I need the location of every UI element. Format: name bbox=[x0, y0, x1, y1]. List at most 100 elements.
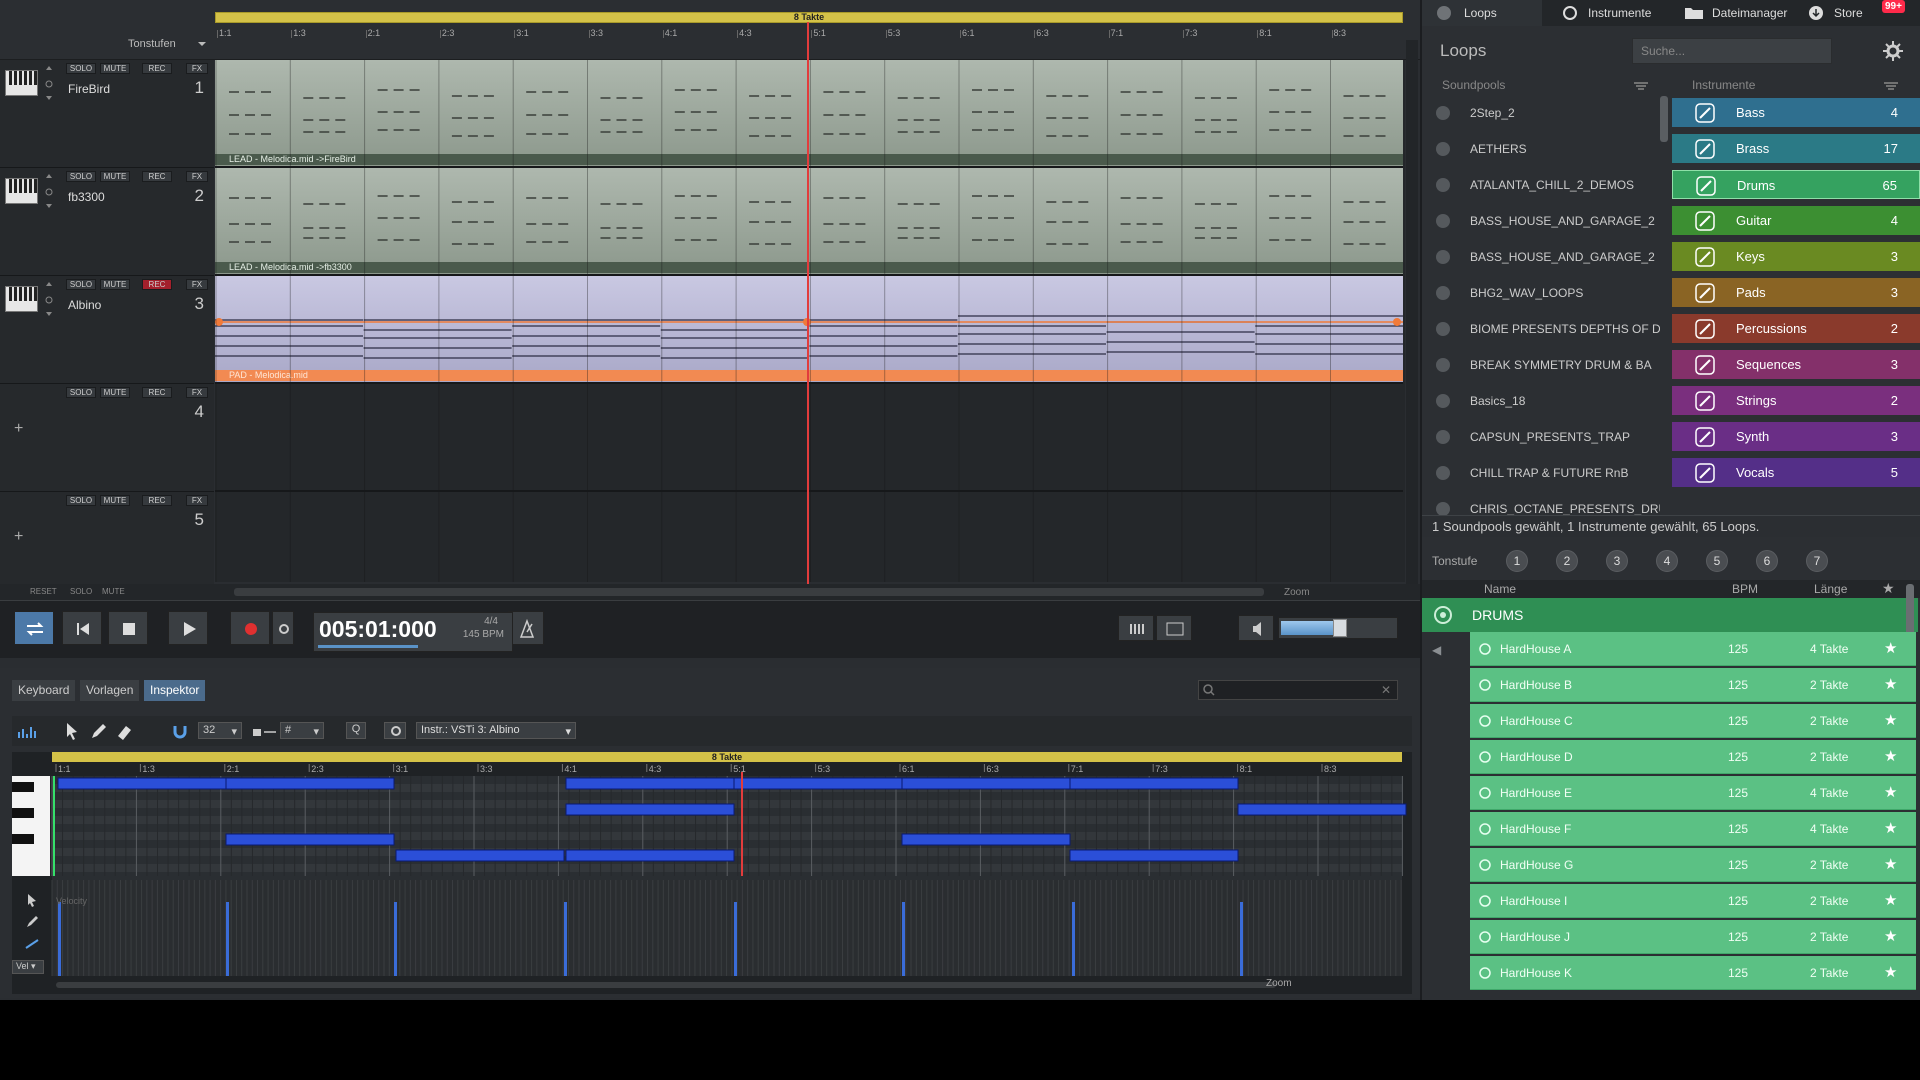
tab-file-manager[interactable]: Dateimanager bbox=[1672, 0, 1802, 26]
favorite-star-icon[interactable]: ★ bbox=[1884, 639, 1897, 657]
favorite-star-icon[interactable]: ★ bbox=[1884, 819, 1897, 837]
favorite-star-icon[interactable]: ★ bbox=[1884, 927, 1897, 945]
loop-row[interactable]: HardHouse A 125 4 Takte ★ bbox=[1470, 632, 1916, 666]
instrument-item-guitar[interactable]: Guitar 4 bbox=[1672, 206, 1920, 235]
tab-loops[interactable]: Loops bbox=[1422, 0, 1542, 26]
piano-roll-canvas[interactable]: 8 Takte 1:1 1:3 2:1 2:3 3:1 3:3 4:1 4:3 5:1 5:3 6:1… bbox=[12, 752, 1412, 994]
record-arm-button[interactable]: REC bbox=[142, 387, 172, 398]
loop-button[interactable] bbox=[14, 611, 54, 645]
fx-button[interactable]: FX bbox=[186, 171, 208, 182]
time-display[interactable]: 005:01:000 4/4 145 BPM bbox=[313, 612, 513, 652]
loop-row[interactable]: HardHouse K 125 2 Takte ★ bbox=[1470, 956, 1916, 990]
track-side-controls[interactable] bbox=[45, 172, 53, 212]
eraser-tool-icon[interactable] bbox=[114, 720, 134, 742]
loop-row[interactable]: HardHouse E 125 4 Takte ★ bbox=[1470, 776, 1916, 810]
favorite-star-icon[interactable]: ★ bbox=[1884, 747, 1897, 765]
velocity-select[interactable]: Vel ▾ bbox=[12, 960, 44, 974]
loop-row[interactable]: HardHouse F 125 4 Takte ★ bbox=[1470, 812, 1916, 846]
track-lanes[interactable]: LEAD - Melodica.mid ->FireBird LEAD - Me… bbox=[215, 60, 1405, 582]
soundpool-item[interactable]: BASS_HOUSE_AND_GARAGE_2 bbox=[1422, 242, 1655, 271]
track-side-controls[interactable] bbox=[45, 64, 53, 104]
fx-button[interactable]: FX bbox=[186, 495, 208, 506]
track-header[interactable]: SOLO MUTE REC FX +4 bbox=[0, 384, 214, 492]
solo-button[interactable]: SOLO bbox=[66, 171, 96, 182]
record-arm-button[interactable]: REC bbox=[142, 171, 172, 182]
soundpool-item[interactable]: BASS_HOUSE_AND_GARAGE_2 bbox=[1422, 206, 1655, 235]
instrument-item-brass[interactable]: Brass 17 bbox=[1672, 134, 1920, 163]
quantize-select[interactable]: 32 ▾ bbox=[198, 722, 242, 739]
add-instrument-icon[interactable]: + bbox=[14, 528, 23, 546]
keyboard-view-button[interactable] bbox=[1156, 615, 1192, 641]
editor-zoom-label[interactable]: Zoom bbox=[1266, 978, 1292, 989]
loop-row[interactable]: HardHouse J 125 2 Takte ★ bbox=[1470, 920, 1916, 954]
loop-row[interactable]: HardHouse B 125 2 Takte ★ bbox=[1470, 668, 1916, 702]
soundpool-item[interactable]: BREAK SYMMETRY DRUM & BA bbox=[1422, 350, 1654, 379]
tab-vorlagen[interactable]: Vorlagen bbox=[80, 680, 140, 701]
track-header[interactable]: SOLO MUTE REC FX Albino 3 bbox=[0, 276, 214, 384]
track-name[interactable]: fb3300 bbox=[68, 190, 105, 204]
column-bpm[interactable]: BPM bbox=[1732, 582, 1758, 596]
mute-all-button[interactable]: MUTE bbox=[102, 587, 125, 596]
instrument-keyboard-icon[interactable] bbox=[5, 286, 38, 312]
editor-settings-button[interactable] bbox=[384, 722, 406, 739]
instrument-keyboard-icon[interactable] bbox=[5, 70, 38, 96]
track-header[interactable]: SOLO MUTE REC FX fb3300 2 bbox=[0, 168, 214, 276]
instrument-item-sequences[interactable]: Sequences 3 bbox=[1672, 350, 1920, 379]
column-length[interactable]: Länge bbox=[1814, 582, 1847, 596]
mute-button[interactable]: MUTE bbox=[100, 495, 130, 506]
track-name[interactable]: Albino bbox=[68, 298, 101, 312]
pointer-tool-icon[interactable] bbox=[24, 892, 40, 908]
pencil-tool-icon[interactable] bbox=[24, 914, 40, 930]
soundpool-item[interactable]: 2Step_2 bbox=[1422, 98, 1654, 127]
volume-mute-button[interactable] bbox=[1238, 615, 1274, 641]
record-arm-button[interactable]: REC bbox=[142, 63, 172, 74]
master-volume-slider[interactable] bbox=[1278, 617, 1398, 639]
favorite-star-icon[interactable]: ★ bbox=[1884, 963, 1897, 981]
mute-button[interactable]: MUTE bbox=[100, 279, 130, 290]
tonstufe-button-4[interactable]: 4 bbox=[1656, 550, 1678, 572]
soundpool-item[interactable]: BHG2_WAV_LOOPS bbox=[1422, 278, 1654, 307]
preview-play-icon[interactable]: ◀ bbox=[1432, 643, 1441, 657]
tonstufen-dropdown[interactable]: Tonstufen bbox=[100, 36, 210, 54]
mixer-button[interactable] bbox=[1118, 615, 1154, 641]
tab-inspektor[interactable]: Inspektor bbox=[144, 680, 206, 701]
instrument-item-pads[interactable]: Pads 3 bbox=[1672, 278, 1920, 307]
record-arm-button[interactable]: REC bbox=[142, 495, 172, 506]
track-side-controls[interactable] bbox=[45, 280, 53, 320]
add-instrument-icon[interactable]: + bbox=[14, 420, 23, 438]
soundpool-item[interactable]: CHILL TRAP & FUTURE RnB bbox=[1422, 458, 1654, 487]
solo-button[interactable]: SOLO bbox=[66, 495, 96, 506]
solo-button[interactable]: SOLO bbox=[66, 63, 96, 74]
tonstufe-button-5[interactable]: 5 bbox=[1706, 550, 1728, 572]
loop-row[interactable]: HardHouse C 125 2 Takte ★ bbox=[1470, 704, 1916, 738]
tonstufe-button-6[interactable]: 6 bbox=[1756, 550, 1778, 572]
tonstufe-button-1[interactable]: 1 bbox=[1506, 550, 1528, 572]
track-header[interactable]: SOLO MUTE REC FX FireBird 1 bbox=[0, 60, 214, 168]
fx-button[interactable]: FX bbox=[186, 63, 208, 74]
length-select[interactable]: # ▾ bbox=[280, 722, 324, 739]
quantize-button[interactable]: Q bbox=[346, 722, 366, 739]
instrument-item-synth[interactable]: Synth 3 bbox=[1672, 422, 1920, 451]
instrument-item-percussions[interactable]: Percussions 2 bbox=[1672, 314, 1920, 343]
column-name[interactable]: Name bbox=[1484, 582, 1516, 596]
record-button[interactable] bbox=[230, 611, 270, 645]
favorites-column-icon[interactable]: ★ bbox=[1882, 580, 1895, 597]
tab-instruments[interactable]: Instrumente bbox=[1552, 0, 1662, 26]
instrument-item-strings[interactable]: Strings 2 bbox=[1672, 386, 1920, 415]
loop-row[interactable]: HardHouse G 125 2 Takte ★ bbox=[1470, 848, 1916, 882]
solo-button[interactable]: SOLO bbox=[66, 279, 96, 290]
soundpool-item[interactable]: BIOME PRESENTS DEPTHS OF D bbox=[1422, 314, 1660, 343]
favorite-star-icon[interactable]: ★ bbox=[1884, 783, 1897, 801]
pointer-tool-icon[interactable] bbox=[62, 720, 82, 742]
filter-icon[interactable] bbox=[1882, 80, 1900, 92]
loop-row[interactable]: HardHouse D 125 2 Takte ★ bbox=[1470, 740, 1916, 774]
horizontal-scrollbar[interactable] bbox=[234, 588, 1264, 596]
rewind-button[interactable] bbox=[62, 611, 102, 645]
soundpool-item[interactable]: AETHERS bbox=[1422, 134, 1654, 163]
mute-button[interactable]: MUTE bbox=[100, 63, 130, 74]
category-row[interactable]: DRUMS bbox=[1422, 598, 1918, 632]
soundpool-scrollbar[interactable] bbox=[1660, 96, 1668, 142]
instrument-select[interactable]: Instr.: VSTi 3: Albino ▾ bbox=[416, 722, 576, 739]
mute-button[interactable]: MUTE bbox=[100, 171, 130, 182]
soundpool-item[interactable]: Basics_18 bbox=[1422, 386, 1654, 415]
